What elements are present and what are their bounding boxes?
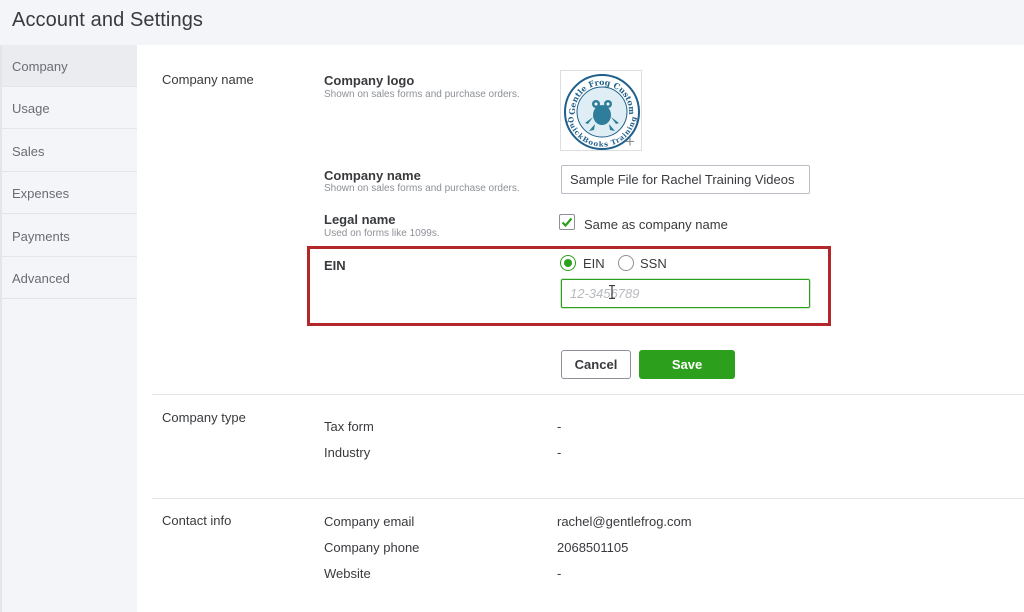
website-label: Website [324, 566, 371, 581]
plus-icon[interactable]: + [625, 133, 635, 150]
company-name-label: Company name [324, 168, 421, 183]
page-header: Account and Settings [0, 0, 1024, 45]
website-value: - [557, 566, 562, 581]
industry-label: Industry [324, 445, 371, 460]
same-as-company-checkbox[interactable] [559, 214, 575, 230]
company-email-label: Company email [324, 514, 415, 529]
settings-sidebar: Company Usage Sales Expenses Payments Ad… [0, 45, 137, 612]
industry-value: - [557, 445, 562, 460]
section-label-company-type: Company type [162, 410, 246, 425]
sidebar-item-advanced[interactable]: Advanced [2, 257, 137, 299]
section-divider [152, 394, 1024, 395]
section-divider [152, 498, 1024, 499]
company-email-value: rachel@gentlefrog.com [557, 514, 692, 529]
sidebar-item-company[interactable]: Company [2, 45, 137, 87]
sidebar-item-sales[interactable]: Sales [2, 130, 137, 172]
legal-name-label: Legal name [324, 212, 396, 227]
section-label-contact-info: Contact info [162, 513, 232, 528]
company-logo-hint: Shown on sales forms and purchase orders… [324, 89, 520, 100]
sidebar-item-expenses[interactable]: Expenses [2, 172, 137, 214]
company-name-hint: Shown on sales forms and purchase orders… [324, 183, 520, 194]
section-label-company-name: Company name [162, 72, 254, 87]
sidebar-item-usage[interactable]: Usage [2, 87, 137, 129]
tax-form-value: - [557, 419, 562, 434]
checkmark-icon [561, 217, 573, 228]
page-title: Account and Settings [12, 9, 204, 31]
company-logo-label: Company logo [324, 73, 415, 88]
legal-name-hint: Used on forms like 1099s. [324, 228, 440, 239]
company-phone-value: 2068501105 [557, 540, 629, 555]
sidebar-border [0, 45, 2, 612]
sidebar-item-payments[interactable]: Payments [2, 215, 137, 257]
ein-highlight-box [307, 246, 831, 326]
cancel-button[interactable]: Cancel [561, 350, 631, 379]
tax-form-label: Tax form [324, 419, 374, 434]
company-name-input[interactable] [561, 165, 810, 194]
company-phone-label: Company phone [324, 540, 420, 555]
save-button[interactable]: Save [639, 350, 735, 379]
same-as-company-label: Same as company name [584, 217, 728, 232]
